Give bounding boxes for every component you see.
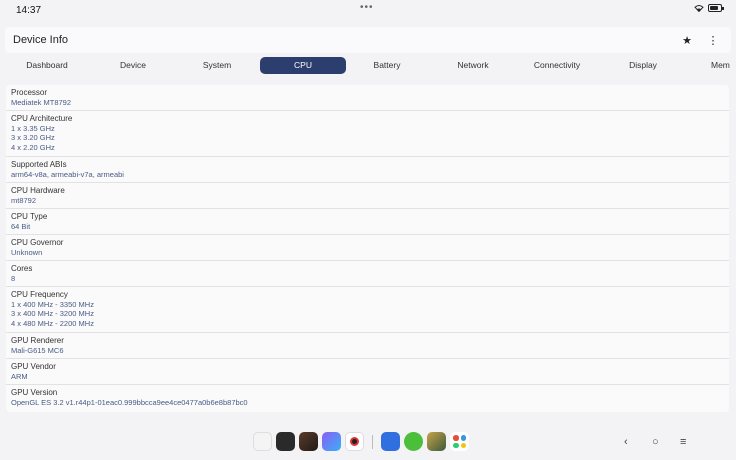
- battery-level: [710, 6, 718, 10]
- info-row-cores: Cores 8: [6, 264, 729, 287]
- row-value: ARM: [11, 371, 28, 381]
- tab-cpu[interactable]: CPU: [260, 57, 346, 74]
- row-value: 1 x 400 MHz - 3350 MHz: [11, 299, 94, 309]
- recents-icon[interactable]: ≡: [680, 436, 686, 448]
- home-icon[interactable]: ○: [652, 436, 659, 448]
- row-value: 64 Bit: [11, 221, 31, 231]
- tab-dashboard[interactable]: Dashboard: [4, 57, 90, 74]
- calendar-app-icon[interactable]: [253, 432, 272, 451]
- game-app-icon[interactable]: [299, 432, 318, 451]
- row-value: 1 x 3.35 GHz: [11, 123, 55, 133]
- row-value: Mali-G615 MC6: [11, 345, 64, 355]
- row-value: arm64-v8a, armeabi-v7a, armeabi: [11, 169, 124, 179]
- row-value: OpenGL ES 3.2 v1.r44p1-01eac0.999bbcca9e…: [11, 397, 248, 407]
- row-label: GPU Vendor: [11, 362, 56, 371]
- row-value: mt8792: [11, 195, 37, 205]
- info-row-cpu-architecture: CPU Architecture 1 x 3.35 GHz 3 x 3.20 G…: [6, 114, 729, 157]
- camera-app-icon[interactable]: [345, 432, 364, 451]
- info-row-gpu-renderer: GPU Renderer Mali-G615 MC6: [6, 336, 729, 359]
- tab-memory[interactable]: Mem: [684, 57, 736, 74]
- status-time: 14:37: [16, 5, 42, 16]
- row-value: 4 x 480 MHz - 2200 MHz: [11, 318, 94, 328]
- game-app-icon-2[interactable]: [427, 432, 446, 451]
- smile-app-icon[interactable]: [404, 432, 423, 451]
- status-dots: •••: [360, 2, 374, 13]
- info-row-processor: Processor Mediatek MT8792: [6, 88, 729, 111]
- app-actions: ★ ⋮: [681, 33, 719, 47]
- row-label: CPU Frequency: [11, 290, 68, 299]
- row-label: GPU Version: [11, 388, 58, 397]
- row-value: Unknown: [11, 247, 43, 257]
- page-title: Device Info: [13, 34, 69, 46]
- navigation-bar: ‹ ○ ≡: [0, 428, 736, 460]
- row-label: CPU Architecture: [11, 114, 73, 123]
- row-value: 4 x 2.20 GHz: [11, 142, 55, 152]
- row-label: Cores: [11, 264, 33, 273]
- files-app-icon[interactable]: [381, 432, 400, 451]
- back-icon[interactable]: ‹: [624, 436, 628, 448]
- row-label: Processor: [11, 88, 48, 97]
- tab-device[interactable]: Device: [90, 57, 176, 74]
- star-icon[interactable]: ★: [681, 33, 693, 47]
- row-label: CPU Governor: [11, 238, 64, 247]
- info-row-cpu-hardware: CPU Hardware mt8792: [6, 186, 729, 209]
- battery-icon: [708, 4, 724, 12]
- row-label: CPU Type: [11, 212, 48, 221]
- info-row-cpu-governor: CPU Governor Unknown: [6, 238, 729, 261]
- terminal-app-icon[interactable]: [276, 432, 295, 451]
- row-label: Supported ABIs: [11, 160, 67, 169]
- row-label: CPU Hardware: [11, 186, 65, 195]
- info-row-supported-abis: Supported ABIs arm64-v8a, armeabi-v7a, a…: [6, 160, 729, 183]
- app-bar: Device Info ★ ⋮: [5, 27, 731, 53]
- tab-bar: Dashboard Device System CPU Battery Netw…: [0, 56, 736, 76]
- info-row-gpu-vendor: GPU Vendor ARM: [6, 362, 729, 385]
- info-row-cpu-frequency: CPU Frequency 1 x 400 MHz - 3350 MHz 3 x…: [6, 290, 729, 333]
- app-drawer-icon[interactable]: [450, 432, 469, 451]
- row-value: 8: [11, 273, 16, 283]
- cpu-info-list: Processor Mediatek MT8792 CPU Architectu…: [6, 85, 729, 412]
- row-value: 3 x 400 MHz - 3200 MHz: [11, 309, 94, 318]
- more-options-icon[interactable]: ⋮: [707, 33, 719, 47]
- dock-separator: [372, 434, 373, 449]
- status-bar: 14:37 •••: [0, 0, 736, 22]
- status-icons: [694, 4, 724, 12]
- wifi-icon: [694, 5, 704, 12]
- gallery-app-icon[interactable]: [322, 432, 341, 451]
- info-row-gpu-version: GPU Version OpenGL ES 3.2 v1.r44p1-01eac…: [6, 388, 729, 411]
- tab-battery[interactable]: Battery: [344, 57, 430, 74]
- tab-system[interactable]: System: [174, 57, 260, 74]
- app-dock: [253, 432, 469, 451]
- tab-connectivity[interactable]: Connectivity: [514, 57, 600, 74]
- row-value: 3 x 3.20 GHz: [11, 133, 55, 142]
- row-label: GPU Renderer: [11, 336, 64, 345]
- tab-display[interactable]: Display: [600, 57, 686, 74]
- row-value: Mediatek MT8792: [11, 97, 72, 107]
- info-row-cpu-type: CPU Type 64 Bit: [6, 212, 729, 235]
- tab-network[interactable]: Network: [430, 57, 516, 74]
